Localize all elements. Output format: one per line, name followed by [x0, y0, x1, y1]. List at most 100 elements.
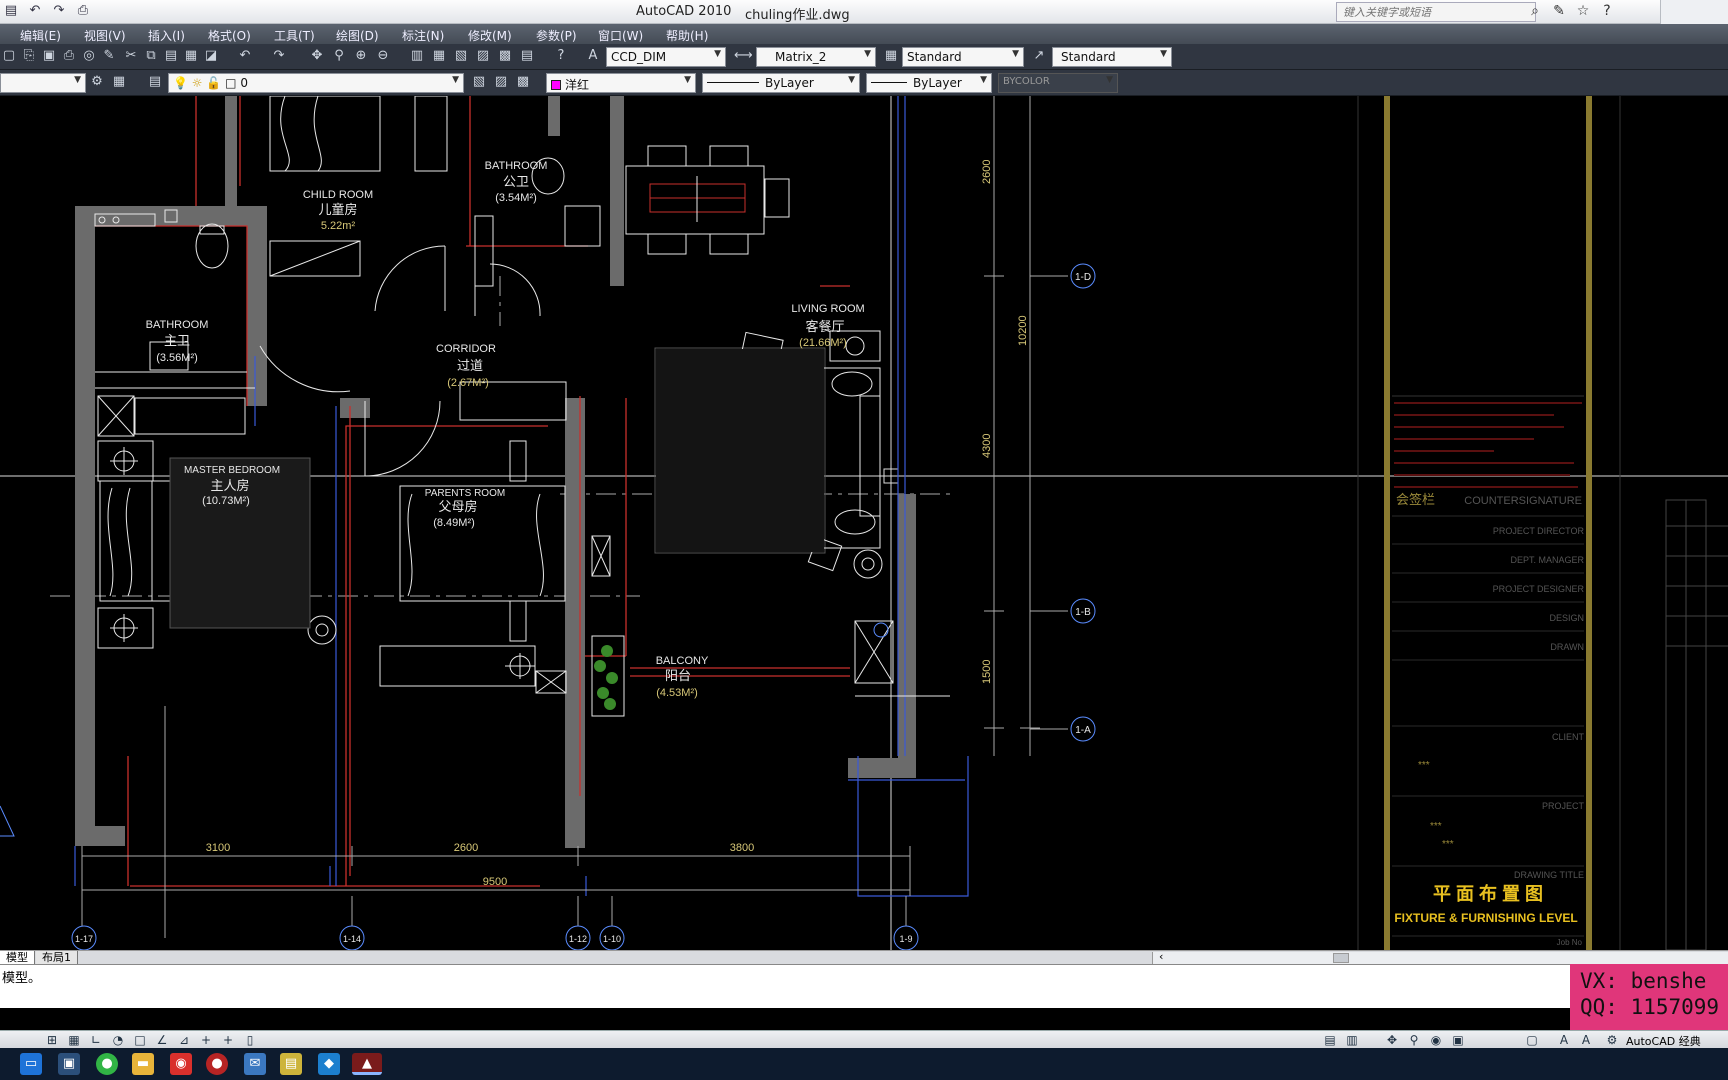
showmotion-icon[interactable]: ▣ — [1450, 1032, 1466, 1048]
block-editor-icon[interactable]: ◪ — [202, 47, 220, 65]
multileader-style-icon[interactable]: ↗ — [1030, 47, 1048, 65]
weibo-icon[interactable]: ◉ — [170, 1053, 192, 1075]
qnew-icon[interactable]: ▢ — [0, 47, 18, 65]
zoom-previous-icon[interactable]: ⊖ — [374, 47, 392, 65]
dim-style-icon[interactable]: ⟷ — [734, 47, 753, 65]
sheet-set-icon[interactable]: ▨ — [474, 47, 492, 65]
annotation-scale-icon[interactable]: A — [1556, 1032, 1572, 1048]
copy-icon[interactable]: ⧉ — [142, 47, 160, 65]
table-style-icon[interactable]: ▦ — [882, 47, 900, 65]
autocad-icon[interactable]: ▲ — [352, 1053, 382, 1075]
tab-model[interactable]: 模型 — [0, 951, 35, 965]
layer-previous-icon[interactable]: ▨ — [492, 73, 510, 91]
drawing-canvas[interactable]: CHILD ROOM 儿童房 5.22m² BATHROOM 公卫 (3.54M… — [0, 96, 1728, 950]
file-explorer-icon[interactable]: ▬ — [132, 1053, 154, 1075]
menu-modify[interactable]: 修改(M) — [468, 27, 512, 44]
ortho-mode-icon[interactable]: ∟ — [88, 1032, 104, 1048]
scroll-left-icon[interactable]: ‹ — [1159, 950, 1163, 963]
snap-mode-icon[interactable]: ⊞ — [44, 1032, 60, 1048]
snap-tracking-icon[interactable]: ∠ — [154, 1032, 170, 1048]
zoom-status-icon[interactable]: ⚲ — [1406, 1032, 1422, 1048]
publish-icon[interactable]: ✎ — [100, 47, 118, 65]
binoculars-icon[interactable]: ⌕ — [1526, 2, 1544, 20]
color-dropdown[interactable]: 洋红 ▼ — [546, 73, 696, 93]
table-style-dropdown[interactable]: Standard ▼ — [902, 47, 1024, 67]
menu-parametric[interactable]: 参数(P) — [536, 27, 577, 44]
mail-icon[interactable]: ✉ — [244, 1053, 266, 1075]
text-style-dropdown[interactable]: CCD_DIM ▼ — [606, 47, 726, 67]
save-icon[interactable]: ▣ — [40, 47, 58, 65]
layer-manager-icon[interactable]: ▦ — [110, 73, 128, 91]
redo-icon[interactable]: ↷ — [50, 2, 68, 20]
make-current-icon[interactable]: ▧ — [470, 73, 488, 91]
zoom-realtime-icon[interactable]: ⚲ — [330, 47, 348, 65]
layer-properties-icon[interactable]: ▤ — [146, 73, 164, 91]
menu-draw[interactable]: 绘图(D) — [336, 27, 379, 44]
pan-status-icon[interactable]: ✥ — [1384, 1032, 1400, 1048]
redo-icon[interactable]: ↷ — [270, 47, 288, 65]
workspace-dropdown[interactable]: ▼ — [0, 73, 86, 93]
linetype-dropdown[interactable]: ByLayer ▼ — [702, 73, 860, 93]
match-properties-icon[interactable]: ▦ — [182, 47, 200, 65]
markup-icon[interactable]: ▩ — [496, 47, 514, 65]
horizontal-scrollbar[interactable]: ‹ — [1152, 950, 1728, 964]
dynamic-input-icon[interactable]: + — [198, 1032, 214, 1048]
tool-palettes-icon[interactable]: ▧ — [452, 47, 470, 65]
help-icon[interactable]: ? — [1598, 2, 1616, 20]
annotation-visibility-icon[interactable]: A — [1578, 1032, 1594, 1048]
communication-icon[interactable]: ✎ — [1550, 2, 1568, 20]
layer-state-icon[interactable]: ▩ — [514, 73, 532, 91]
undo-icon[interactable]: ↶ — [26, 2, 44, 20]
dim-style-dropdown[interactable]: Matrix_2 ▼ — [756, 47, 876, 67]
menu-window[interactable]: 窗口(W) — [598, 27, 643, 44]
menu-edit[interactable]: 编辑(E) — [20, 27, 61, 44]
plot-preview-icon[interactable]: ◎ — [80, 47, 98, 65]
scroll-thumb[interactable] — [1333, 953, 1349, 963]
record-icon[interactable]: ● — [206, 1053, 228, 1075]
lineweight-dropdown[interactable]: ByLayer ▼ — [866, 73, 992, 93]
desktop-icon[interactable]: ▭ — [20, 1053, 42, 1075]
object-snap-icon[interactable]: □ — [132, 1032, 148, 1048]
calculator-icon[interactable]: ▤ — [518, 47, 536, 65]
model-space-icon[interactable]: ▤ — [1322, 1032, 1338, 1048]
layer-dropdown[interactable]: 💡 ☼ 🔓 □ 0 ▼ — [168, 73, 464, 93]
menu-help[interactable]: 帮助(H) — [666, 27, 708, 44]
undo-icon[interactable]: ↶ — [236, 47, 254, 65]
favorites-star-icon[interactable]: ☆ — [1574, 2, 1592, 20]
help-icon[interactable]: ? — [552, 47, 570, 65]
menu-view[interactable]: 视图(V) — [84, 27, 126, 44]
dynamic-ucs-icon[interactable]: ⊿ — [176, 1032, 192, 1048]
polar-tracking-icon[interactable]: ◔ — [110, 1032, 126, 1048]
design-center-icon[interactable]: ▦ — [430, 47, 448, 65]
workspace-switch-icon[interactable]: ⚙ — [1604, 1032, 1620, 1048]
tab-layout1[interactable]: 布局1 — [36, 951, 78, 965]
lineweight-toggle-icon[interactable]: + — [220, 1032, 236, 1048]
app-menu-icon[interactable]: ▤ — [2, 2, 20, 20]
wechat-icon[interactable]: ● — [96, 1053, 118, 1075]
notes-icon[interactable]: ▤ — [280, 1053, 302, 1075]
quick-properties-icon[interactable]: ▯ — [242, 1032, 258, 1048]
command-input[interactable] — [0, 987, 1570, 1007]
steering-wheel-icon[interactable]: ◉ — [1428, 1032, 1444, 1048]
multileader-style-dropdown[interactable]: Standard ▼ — [1052, 47, 1172, 67]
zoom-window-icon[interactable]: ⊕ — [352, 47, 370, 65]
workspace-label[interactable]: AutoCAD 经典 — [1626, 1033, 1701, 1049]
print-icon[interactable]: ⎙ — [74, 2, 92, 20]
maximize-viewport-icon[interactable]: ▢ — [1524, 1032, 1540, 1048]
text-style-icon[interactable]: A — [584, 47, 602, 65]
open-icon[interactable]: ⎘ — [20, 47, 38, 65]
store-icon[interactable]: ▣ — [58, 1053, 80, 1075]
menu-tools[interactable]: 工具(T) — [274, 27, 315, 44]
layer-settings-icon[interactable]: ⚙ — [88, 73, 106, 91]
properties-icon[interactable]: ▥ — [408, 47, 426, 65]
help-search-input[interactable] — [1336, 2, 1536, 22]
plot-icon[interactable]: ⎙ — [60, 47, 78, 65]
app-icon[interactable]: ◆ — [318, 1053, 340, 1075]
menu-dimension[interactable]: 标注(N) — [402, 27, 444, 44]
paste-icon[interactable]: ▤ — [162, 47, 180, 65]
grid-display-icon[interactable]: ▦ — [66, 1032, 82, 1048]
pan-icon[interactable]: ✥ — [308, 47, 326, 65]
layout-icon[interactable]: ▥ — [1344, 1032, 1360, 1048]
cut-icon[interactable]: ✂ — [122, 47, 140, 65]
menu-insert[interactable]: 插入(I) — [148, 27, 185, 44]
